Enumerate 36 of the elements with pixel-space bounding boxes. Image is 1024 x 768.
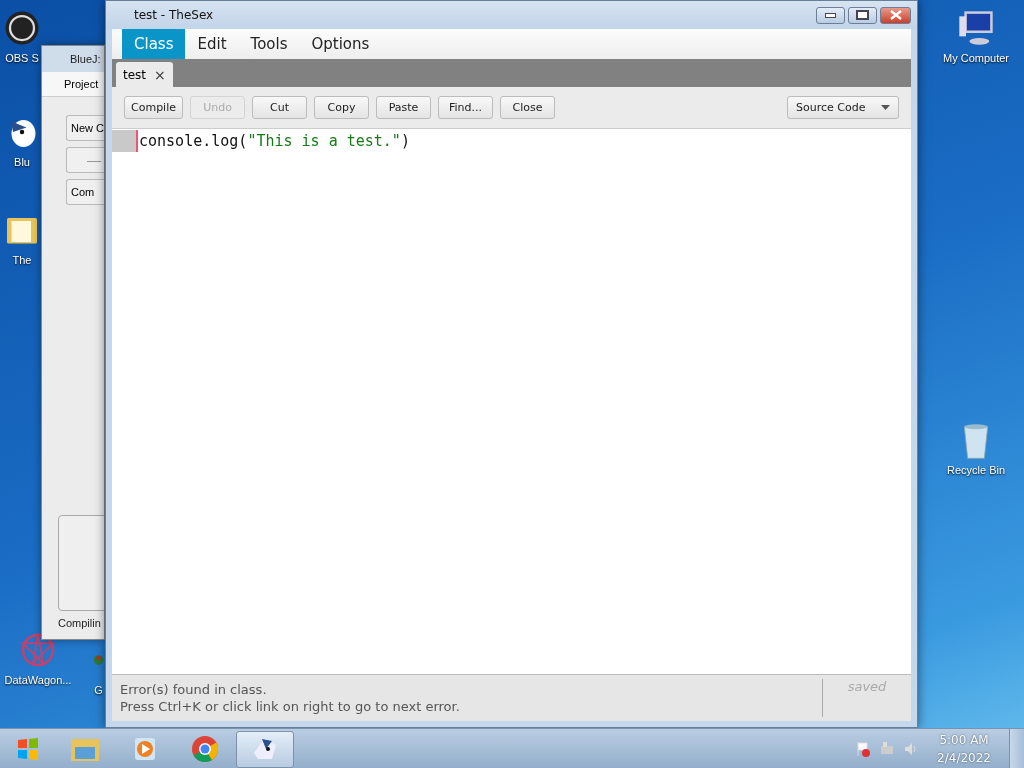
- toolbar-button[interactable]: Find...: [438, 96, 493, 119]
- browser-icon: [190, 734, 220, 764]
- tab-close-button[interactable]: ×: [154, 66, 166, 83]
- toolbar-button[interactable]: Copy: [314, 96, 369, 119]
- minimize-button[interactable]: [816, 6, 845, 24]
- window-title: test - TheSex: [134, 8, 214, 22]
- side-button[interactable]: New C: [66, 115, 104, 141]
- toolbar-button[interactable]: Paste: [376, 96, 431, 119]
- toolbar-button[interactable]: Compile: [124, 96, 183, 119]
- window-title: BlueJ:: [70, 53, 101, 65]
- saved-indicator: saved: [847, 679, 887, 696]
- close-icon: [889, 10, 902, 20]
- side-button[interactable]: Com: [66, 179, 104, 205]
- menu-item[interactable]: Tools: [238, 29, 300, 59]
- desktop-icon-label[interactable]: My Computer: [943, 52, 1009, 64]
- view-dropdown[interactable]: Source Code: [787, 96, 899, 119]
- desktop-icon-label[interactable]: Blu: [14, 156, 30, 168]
- desktop-icon-label[interactable]: OBS S: [5, 52, 39, 64]
- flag-icon[interactable]: [855, 741, 872, 757]
- close-button[interactable]: [880, 6, 911, 24]
- desktop-icon-label[interactable]: G: [94, 684, 103, 696]
- desktop-icon-label[interactable]: Recycle Bin: [946, 464, 1006, 476]
- status-message: Press Ctrl+K or click link on right to go to next error.: [120, 699, 461, 714]
- status-message: Error(s) found in class.: [120, 682, 268, 697]
- desktop-icon-label[interactable]: The: [12, 254, 32, 266]
- status-text: Compilin: [57, 616, 102, 631]
- maximize-button[interactable]: [848, 6, 877, 24]
- code-line: console.log("This is a test."): [138, 131, 410, 152]
- menu-item[interactable]: Edit: [185, 29, 239, 59]
- file-tab[interactable]: test ×: [116, 62, 173, 87]
- menu-item[interactable]: Options: [299, 29, 382, 59]
- taskbar-app[interactable]: [236, 730, 294, 768]
- caret-icon: [881, 105, 890, 110]
- toolbar-button[interactable]: Close: [500, 96, 555, 119]
- toolbar-button[interactable]: Cut: [252, 96, 307, 119]
- desktop-icon-label[interactable]: DataWagon...: [4, 674, 72, 686]
